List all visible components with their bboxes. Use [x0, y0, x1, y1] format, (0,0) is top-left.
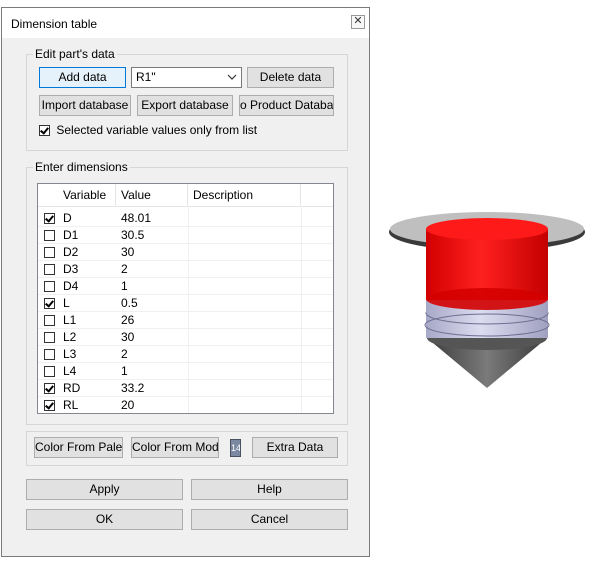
dimensions-list[interactable]: Variable Value Description D 48.01 D1 30.5 D… [37, 183, 334, 414]
help-button[interactable]: Help [191, 479, 348, 500]
row-checkbox[interactable] [44, 247, 55, 258]
table-row[interactable]: RL 20 [38, 397, 333, 414]
title-bar: Dimension table ✕ [2, 8, 369, 38]
list-header: Variable Value Description [38, 184, 333, 207]
ok-button[interactable]: OK [26, 509, 183, 530]
cancel-button[interactable]: Cancel [191, 509, 348, 530]
row-value[interactable]: 30.5 [121, 227, 144, 244]
col-header-value[interactable]: Value [116, 184, 188, 206]
add-data-button[interactable]: Add data [39, 67, 126, 88]
row-value[interactable]: 20 [121, 397, 134, 413]
table-row[interactable]: L1 26 [38, 312, 333, 329]
row-checkbox[interactable] [44, 315, 55, 326]
red-body-top [426, 218, 548, 240]
table-row[interactable]: D2 30 [38, 244, 333, 261]
row-value[interactable]: 33.2 [121, 380, 144, 397]
row-variable: RL [63, 398, 79, 412]
close-icon[interactable]: ✕ [351, 15, 365, 29]
table-row[interactable]: RD 33.2 [38, 380, 333, 397]
window-title: Dimension table [11, 17, 98, 31]
row-value[interactable]: 2 [121, 346, 128, 363]
table-row[interactable]: L4 1 [38, 363, 333, 380]
row-value[interactable]: 0.5 [121, 295, 138, 312]
import-database-button[interactable]: Import database [39, 95, 131, 116]
apply-button[interactable]: Apply [26, 479, 183, 500]
extra-data-button[interactable]: Extra Data [252, 437, 338, 458]
row-checkbox[interactable] [44, 366, 55, 377]
row-value[interactable]: 48.01 [121, 210, 151, 227]
row-variable: L2 [63, 330, 77, 344]
row-checkbox[interactable] [44, 332, 55, 343]
row-variable: D1 [63, 228, 79, 242]
table-row[interactable]: D4 1 [38, 278, 333, 295]
row-variable: D4 [63, 279, 79, 293]
table-row[interactable]: L3 2 [38, 346, 333, 363]
row-value[interactable]: 1 [121, 278, 128, 295]
row-value[interactable]: 1 [121, 363, 128, 380]
chevron-down-icon [227, 68, 237, 93]
row-checkbox[interactable] [44, 281, 55, 292]
delete-data-button[interactable]: Delete data [247, 67, 334, 88]
row-checkbox[interactable] [44, 349, 55, 360]
row-value[interactable]: 2 [121, 261, 128, 278]
selected-only-checkbox[interactable] [39, 125, 50, 137]
selected-only-checkbox-row[interactable]: Selected variable values only from list [39, 123, 257, 137]
red-body-bottom [426, 288, 548, 310]
row-variable: D2 [63, 245, 79, 259]
row-value[interactable]: 26 [121, 312, 134, 329]
row-checkbox[interactable] [44, 213, 55, 224]
row-checkbox[interactable] [44, 264, 55, 275]
to-product-database-button[interactable]: o Product Databas [239, 95, 334, 116]
part-select-dropdown[interactable]: R1" [131, 67, 242, 88]
table-row[interactable]: D3 2 [38, 261, 333, 278]
row-checkbox[interactable] [44, 230, 55, 241]
part-preview-3d [389, 212, 585, 388]
color-from-palette-button[interactable]: Color From Palette [34, 437, 123, 458]
part-select-value: R1" [136, 70, 156, 84]
row-value[interactable]: 30 [121, 244, 134, 261]
selected-only-label: Selected variable values only from list [56, 123, 258, 137]
edit-part-group-label: Edit part's data [33, 47, 117, 61]
export-database-button[interactable]: Export database [137, 95, 233, 116]
col-header-variable[interactable]: Variable [58, 184, 116, 206]
row-variable: D3 [63, 262, 79, 276]
table-row[interactable]: D 48.01 [38, 210, 333, 227]
col-header-extra [301, 184, 333, 206]
row-checkbox[interactable] [44, 383, 55, 394]
row-variable: L4 [63, 364, 77, 378]
table-row[interactable]: L2 30 [38, 329, 333, 346]
row-value[interactable]: 30 [121, 329, 134, 346]
row-variable: L [63, 296, 70, 310]
row-checkbox[interactable] [44, 400, 55, 411]
row-divider [38, 413, 333, 414]
color-from-model-button[interactable]: Color From Model [131, 437, 219, 458]
row-checkbox[interactable] [44, 298, 55, 309]
row-variable: RD [63, 381, 81, 395]
enter-dimensions-label: Enter dimensions [33, 160, 130, 174]
dimension-table-dialog: Dimension table ✕ Edit part's data Add d… [1, 7, 370, 557]
row-variable: D [63, 211, 72, 225]
table-row[interactable]: D1 30.5 [38, 227, 333, 244]
row-variable: L1 [63, 313, 77, 327]
row-variable: L3 [63, 347, 77, 361]
color-swatch[interactable]: 14 [230, 439, 241, 457]
table-row[interactable]: L 0.5 [38, 295, 333, 312]
col-header-description[interactable]: Description [188, 184, 301, 206]
